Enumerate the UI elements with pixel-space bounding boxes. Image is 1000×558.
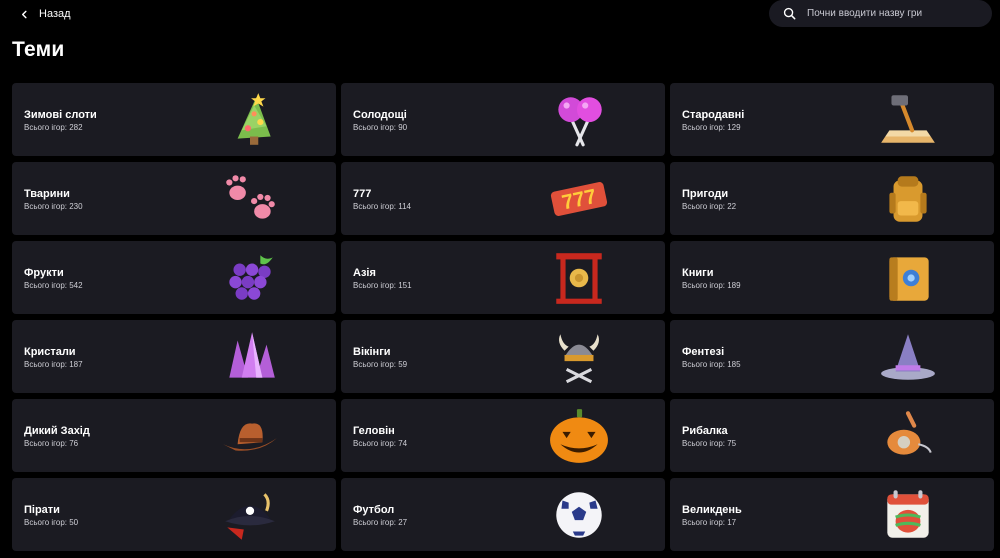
theme-count: Всього ігор: 76 <box>24 439 79 448</box>
viking-helmet-icon <box>541 326 617 388</box>
paw-icon <box>212 168 288 230</box>
theme-name: Стародавні <box>682 109 745 121</box>
theme-card-wild-west[interactable]: Дикий Захід Всього ігор: 76 <box>12 399 336 472</box>
theme-card-pirates[interactable]: Пірати Всього ігор: 50 <box>12 478 336 551</box>
back-button[interactable]: Назад <box>20 6 71 22</box>
theme-name: Солодощі <box>353 109 407 121</box>
theme-count: Всього ігор: 17 <box>682 518 737 527</box>
wizard-hat-icon <box>870 326 946 388</box>
theme-count: Всього ігор: 22 <box>682 202 737 211</box>
sevens-icon: 777 <box>541 168 617 230</box>
theme-name: Азія <box>353 267 376 279</box>
theme-count: Всього ігор: 74 <box>353 439 408 448</box>
theme-card-vikings[interactable]: Вікінги Всього ігор: 59 <box>341 320 665 393</box>
theme-name: Дикий Захід <box>24 425 90 437</box>
theme-card-777[interactable]: 777 Всього ігор: 114 777 <box>341 162 665 235</box>
theme-name: Зимові слоти <box>24 109 97 121</box>
fishing-reel-icon <box>870 405 946 467</box>
theme-count: Всього ігор: 185 <box>682 360 741 369</box>
theme-name: Фентезі <box>682 346 725 358</box>
theme-count: Всього ігор: 75 <box>682 439 737 448</box>
theme-count: Всього ігор: 189 <box>682 281 741 290</box>
theme-count: Всього ігор: 90 <box>353 123 408 132</box>
theme-card-adventure[interactable]: Пригоди Всього ігор: 22 <box>670 162 994 235</box>
theme-card-crystals[interactable]: Кристали Всього ігор: 187 <box>12 320 336 393</box>
theme-name: Вікінги <box>353 346 391 358</box>
pumpkin-icon <box>541 405 617 467</box>
theme-card-ancient[interactable]: Стародавні Всього ігор: 129 <box>670 83 994 156</box>
book-icon <box>870 247 946 309</box>
chevron-left-icon <box>21 10 27 18</box>
theme-count: Всього ігор: 114 <box>353 202 411 211</box>
lollipop-icon <box>541 89 617 151</box>
theme-name: Великдень <box>682 504 742 516</box>
christmas-tree-icon <box>212 89 288 151</box>
theme-count: Всього ігор: 230 <box>24 202 83 211</box>
theme-name: Рибалка <box>682 425 728 437</box>
theme-name: Футбол <box>353 504 395 516</box>
theme-name: Книги <box>682 267 714 279</box>
search-box[interactable] <box>769 0 992 27</box>
theme-card-fruits[interactable]: Фрукти Всього ігор: 542 <box>12 241 336 314</box>
theme-card-easter[interactable]: Великдень Всього ігор: 17 <box>670 478 994 551</box>
theme-count: Всього ігор: 542 <box>24 281 83 290</box>
cowboy-hat-icon <box>212 405 288 467</box>
theme-card-winter[interactable]: Зимові слоти Всього ігор: 282 <box>12 83 336 156</box>
theme-name: Кристали <box>24 346 76 358</box>
theme-count: Всього ігор: 27 <box>353 518 408 527</box>
back-label: Назад <box>39 8 71 20</box>
theme-card-fantasy[interactable]: Фентезі Всього ігор: 185 <box>670 320 994 393</box>
theme-card-halloween[interactable]: Геловін Всього ігор: 74 <box>341 399 665 472</box>
theme-card-animals[interactable]: Тварини Всього ігор: 230 <box>12 162 336 235</box>
theme-card-books[interactable]: Книги Всього ігор: 189 <box>670 241 994 314</box>
pirate-hat-icon <box>212 484 288 546</box>
theme-count: Всього ігор: 151 <box>353 281 412 290</box>
top-bar: Назад <box>0 0 1000 30</box>
soccer-ball-icon <box>541 484 617 546</box>
search-icon <box>783 7 796 20</box>
theme-count: Всього ігор: 187 <box>24 360 83 369</box>
theme-count: Всього ігор: 282 <box>24 123 83 132</box>
theme-card-football[interactable]: Футбол Всього ігор: 27 <box>341 478 665 551</box>
theme-card-fishing[interactable]: Рибалка Всього ігор: 75 <box>670 399 994 472</box>
hammer-icon <box>870 89 946 151</box>
theme-name: Геловін <box>353 425 395 437</box>
theme-count: Всього ігор: 50 <box>24 518 79 527</box>
theme-name: Пірати <box>24 504 60 516</box>
page-title: Теми <box>12 38 65 61</box>
theme-name: Тварини <box>24 188 70 200</box>
backpack-icon <box>870 168 946 230</box>
crystal-icon <box>212 326 288 388</box>
themes-grid: Зимові слоти Всього ігор: 282 Солодощі В… <box>12 83 994 551</box>
theme-count: Всього ігор: 129 <box>682 123 741 132</box>
theme-count: Всього ігор: 59 <box>353 360 408 369</box>
easter-calendar-icon <box>870 484 946 546</box>
theme-name: Пригоди <box>682 188 729 200</box>
gong-icon <box>541 247 617 309</box>
search-input[interactable] <box>807 8 977 19</box>
theme-name: Фрукти <box>24 267 64 279</box>
theme-card-sweets[interactable]: Солодощі Всього ігор: 90 <box>341 83 665 156</box>
theme-name: 777 <box>353 188 372 200</box>
theme-card-asia[interactable]: Азія Всього ігор: 151 <box>341 241 665 314</box>
grapes-icon <box>212 247 288 309</box>
